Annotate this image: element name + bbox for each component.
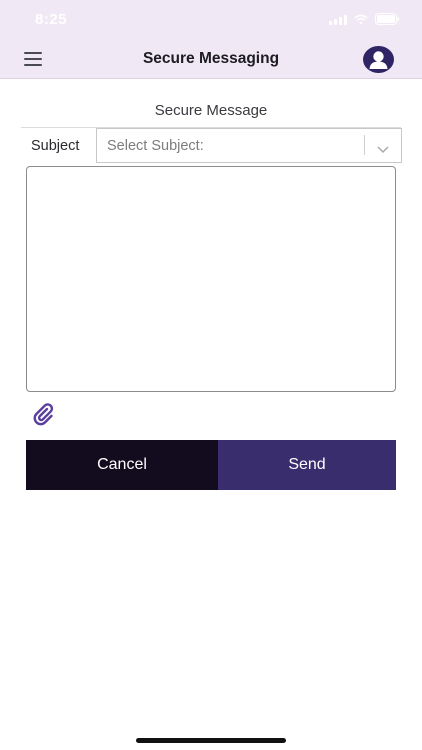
subject-row: Subject Select Subject: bbox=[21, 127, 402, 163]
status-time: 8:25 bbox=[35, 11, 68, 28]
send-button[interactable]: Send bbox=[218, 440, 396, 490]
profile-avatar-icon[interactable] bbox=[363, 46, 394, 73]
cancel-button[interactable]: Cancel bbox=[26, 440, 218, 490]
subject-select[interactable]: Select Subject: bbox=[96, 128, 402, 163]
subject-label: Subject bbox=[31, 138, 80, 154]
section-title: Secure Message bbox=[154, 102, 268, 119]
select-divider bbox=[364, 135, 365, 155]
subject-select-value: Select Subject: bbox=[107, 138, 204, 154]
message-body-input[interactable] bbox=[26, 166, 396, 392]
home-indicator bbox=[136, 738, 286, 743]
nav-bar: Secure Messaging bbox=[0, 40, 422, 79]
chevron-down-icon bbox=[377, 141, 389, 159]
wifi-icon bbox=[354, 14, 368, 25]
status-icons bbox=[329, 13, 400, 25]
signal-icon bbox=[329, 14, 347, 25]
status-bar: 8:25 bbox=[0, 0, 422, 40]
paperclip-attach-icon[interactable] bbox=[30, 400, 56, 426]
battery-icon bbox=[375, 13, 400, 25]
page-title: Secure Messaging bbox=[142, 50, 280, 67]
